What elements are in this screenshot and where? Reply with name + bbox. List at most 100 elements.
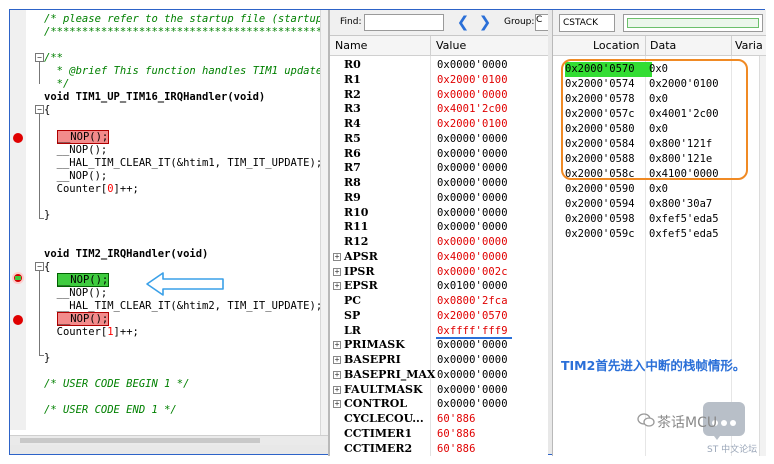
register-value[interactable]: 0x0000'0000 — [437, 58, 508, 73]
register-value[interactable]: 0x0000'0000 — [437, 176, 508, 191]
expand-icon[interactable]: + — [333, 341, 341, 350]
register-row[interactable]: + FAULTMASK 0x0000'0000 — [330, 383, 548, 398]
register-row[interactable]: R1 0x2000'0100 — [330, 73, 548, 88]
stack-select[interactable]: CSTACK — [559, 14, 615, 32]
register-row[interactable]: CCTIMER2 60'886 — [330, 442, 548, 457]
register-value[interactable]: 0x0100'0000 — [437, 279, 508, 294]
expand-icon[interactable]: + — [333, 252, 341, 261]
register-row[interactable]: PC 0x0800'2fca — [330, 294, 548, 309]
register-row[interactable]: LR 0xffff'fff9 — [330, 324, 548, 339]
fold-toggle[interactable]: − — [35, 105, 44, 114]
register-value[interactable]: 0x0000'0000 — [437, 235, 508, 250]
stack-vertical-scrollbar[interactable] — [759, 56, 766, 456]
register-row[interactable]: R3 0x4001'2c00 — [330, 102, 548, 117]
find-label: Find: — [340, 17, 362, 27]
scroll-thumb[interactable] — [20, 438, 260, 443]
register-value[interactable]: 0x0000'0000 — [437, 397, 508, 412]
register-row[interactable]: + BASEPRI_MAX 0x0000'0000 — [330, 368, 548, 383]
stack-data[interactable]: 0xfef5'eda5 — [649, 227, 719, 242]
register-row[interactable]: R0 0x0000'0000 — [330, 58, 548, 73]
expand-icon[interactable]: + — [333, 400, 341, 409]
register-value[interactable]: 60'886 — [437, 442, 476, 457]
register-row[interactable]: R6 0x0000'0000 — [330, 147, 548, 162]
register-row[interactable]: R8 0x0000'0000 — [330, 176, 548, 191]
register-value[interactable]: 0x0000'0000 — [437, 132, 508, 147]
register-row[interactable]: R10 0x0000'0000 — [330, 206, 548, 221]
column-divider[interactable] — [645, 36, 646, 56]
register-value[interactable]: 60'886 — [437, 412, 476, 427]
stack-data[interactable]: 0x800'30a7 — [649, 197, 712, 212]
register-value[interactable]: 0x0000'0000 — [437, 88, 508, 103]
expand-icon[interactable]: + — [333, 267, 341, 276]
register-value[interactable]: 0x0000'0000 — [437, 220, 508, 235]
register-value[interactable]: 0x0000'0000 — [437, 147, 508, 162]
group-select[interactable]: C — [535, 14, 548, 31]
find-previous-icon[interactable]: ❮ — [454, 13, 472, 32]
stack-row[interactable]: 0x2000'0590 0x0 — [553, 182, 766, 197]
code-horizontal-scrollbar[interactable] — [10, 435, 328, 445]
expand-icon[interactable]: + — [333, 282, 341, 291]
register-value[interactable]: 0x0000'0000 — [437, 353, 508, 368]
column-header-location[interactable]: Location — [593, 39, 640, 52]
expand-icon[interactable]: + — [333, 370, 341, 379]
code-editor[interactable]: /* please refer to the startup file (sta… — [10, 10, 328, 445]
register-value[interactable]: 0x0000'002c — [437, 265, 508, 280]
register-row[interactable]: SP 0x2000'0570 — [330, 309, 548, 324]
expand-icon[interactable]: + — [333, 356, 341, 364]
register-name: R5 — [344, 131, 361, 145]
breakpoint-icon[interactable] — [13, 315, 23, 325]
register-row[interactable]: CYCLECOU... 60'886 — [330, 412, 548, 427]
register-value[interactable]: 0x2000'0100 — [437, 117, 508, 132]
register-row[interactable]: R5 0x0000'0000 — [330, 132, 548, 147]
fold-toggle[interactable]: − — [35, 262, 44, 271]
register-row[interactable]: + BASEPRI 0x0000'0000 — [330, 353, 548, 368]
register-row[interactable]: + EPSR 0x0100'0000 — [330, 279, 548, 294]
column-header-data[interactable]: Data — [650, 39, 676, 52]
stack-row[interactable]: 0x2000'0598 0xfef5'eda5 — [553, 212, 766, 227]
find-input[interactable] — [364, 14, 444, 31]
register-row[interactable]: + IPSR 0x0000'002c — [330, 265, 548, 280]
register-value[interactable]: 0x0000'0000 — [437, 368, 508, 383]
register-row[interactable]: R2 0x0000'0000 — [330, 88, 548, 103]
find-next-icon[interactable]: ❯ — [476, 13, 494, 32]
column-header-name[interactable]: Name — [335, 39, 367, 52]
breakpoint-gutter[interactable] — [10, 10, 26, 430]
register-row[interactable]: R4 0x2000'0100 — [330, 117, 548, 132]
stack-row[interactable]: 0x2000'0594 0x800'30a7 — [553, 197, 766, 212]
column-header-value[interactable]: Value — [436, 39, 466, 52]
register-row[interactable]: + PRIMASK 0x0000'0000 — [330, 338, 548, 353]
fold-toggle[interactable]: − — [35, 53, 44, 62]
register-value[interactable]: 60'886 — [437, 427, 476, 442]
stack-row[interactable]: 0x2000'059c 0xfef5'eda5 — [553, 227, 766, 242]
register-value[interactable]: 0x0800'2fca — [437, 294, 508, 309]
stack-data[interactable]: 0xfef5'eda5 — [649, 212, 719, 227]
register-name: R12 — [344, 235, 369, 248]
register-row[interactable]: R9 0x0000'0000 — [330, 191, 548, 206]
register-value[interactable]: 0x2000'0570 — [437, 309, 508, 324]
register-row[interactable]: CCTIMER1 60'886 — [330, 427, 548, 442]
register-value[interactable]: 0x2000'0100 — [437, 73, 508, 88]
stack-location: 0x2000'0594 — [565, 198, 635, 210]
register-value[interactable]: 0x0000'0000 — [437, 383, 508, 398]
register-value[interactable]: 0x4001'2c00 — [437, 102, 508, 117]
current-pc-breakpoint-icon[interactable] — [12, 272, 24, 284]
register-value[interactable]: 0x0000'0000 — [437, 206, 508, 221]
register-value[interactable]: 0x4000'0000 — [437, 250, 508, 265]
register-value[interactable]: 0x0000'0000 — [437, 338, 508, 353]
register-row[interactable]: + CONTROL 0x0000'0000 — [330, 397, 548, 412]
register-row[interactable]: + APSR 0x4000'0000 — [330, 250, 548, 265]
register-row[interactable]: R11 0x0000'0000 — [330, 220, 548, 235]
register-row[interactable]: R12 0x0000'0000 — [330, 235, 548, 250]
register-name: R1 — [344, 72, 361, 86]
column-divider[interactable] — [430, 36, 431, 56]
forum-watermark: ST 中文论坛 — [707, 445, 758, 455]
column-divider[interactable] — [731, 36, 732, 56]
register-value[interactable]: 0x0000'0000 — [437, 161, 508, 176]
stack-data[interactable]: 0x0 — [649, 182, 668, 197]
column-header-variable[interactable]: Varia — [735, 39, 763, 52]
register-row[interactable]: R7 0x0000'0000 — [330, 161, 548, 176]
breakpoint-icon[interactable] — [13, 133, 23, 143]
code-vertical-scrollbar[interactable] — [320, 10, 328, 435]
expand-icon[interactable]: + — [333, 385, 341, 394]
register-value[interactable]: 0x0000'0000 — [437, 191, 508, 206]
